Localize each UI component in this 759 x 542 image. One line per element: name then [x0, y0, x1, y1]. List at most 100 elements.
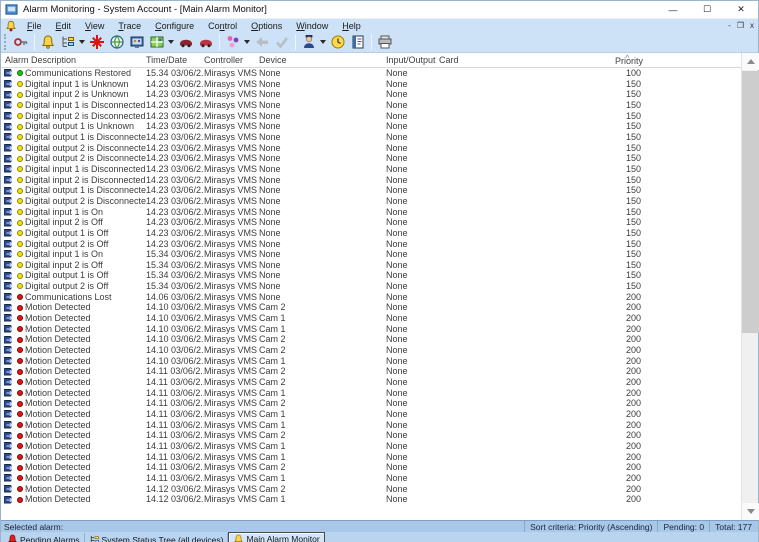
trace-car-button[interactable] — [176, 33, 196, 51]
alarm-row[interactable]: Motion Detected14.10 03/06/2..Mirasys VM… — [1, 302, 741, 313]
alarm-row[interactable]: Digital input 1 is Disconnected14.23 03/… — [1, 164, 741, 175]
menu-edit[interactable]: Edit — [49, 21, 79, 31]
alarm-burst-button[interactable] — [87, 33, 107, 51]
alarm-row[interactable]: Digital output 2 is Off14.23 03/06/2..Mi… — [1, 239, 741, 250]
alarm-row[interactable]: Motion Detected14.11 03/06/2..Mirasys VM… — [1, 473, 741, 484]
alarm-row[interactable]: Motion Detected14.11 03/06/2..Mirasys VM… — [1, 398, 741, 409]
alarm-bell-button[interactable] — [38, 33, 58, 51]
alarm-row[interactable]: Digital output 2 is Disconnected14.23 03… — [1, 196, 741, 207]
chevron-down-icon[interactable] — [79, 40, 85, 44]
time-date-cell: 14.11 03/06/2.. — [146, 388, 204, 399]
priority-cell: 150 — [601, 217, 641, 228]
guard-button[interactable] — [299, 33, 328, 51]
column-header-input-output[interactable]: Input/Output — [386, 53, 439, 67]
menu-options[interactable]: Options — [244, 21, 289, 31]
alarm-description-cell: Motion Detected — [25, 313, 146, 324]
column-header-time-date[interactable]: Time/Date — [146, 53, 204, 67]
menu-help[interactable]: Help — [335, 21, 368, 31]
alarm-row[interactable]: Motion Detected14.10 03/06/2..Mirasys VM… — [1, 313, 741, 324]
alarm-row[interactable]: Motion Detected14.10 03/06/2..Mirasys VM… — [1, 345, 741, 356]
alarm-row[interactable]: Motion Detected14.11 03/06/2..Mirasys VM… — [1, 430, 741, 441]
alarm-row[interactable]: Digital input 2 is Disconnected14.23 03/… — [1, 175, 741, 186]
tab-main-alarm-monitor[interactable]: Main Alarm Monitor — [228, 532, 324, 542]
vertical-scrollbar[interactable] — [741, 53, 758, 520]
tab-system-status-tree-all-devices-[interactable]: System Status Tree (all devices) — [85, 533, 229, 542]
alarm-row[interactable]: Motion Detected14.11 03/06/2..Mirasys VM… — [1, 409, 741, 420]
alarm-row[interactable]: Communications Restored15.34 03/06/2..Mi… — [1, 68, 741, 79]
alarm-row[interactable]: Motion Detected14.11 03/06/2..Mirasys VM… — [1, 420, 741, 431]
alarm-row[interactable]: Motion Detected14.11 03/06/2..Mirasys VM… — [1, 441, 741, 452]
menu-control[interactable]: Control — [201, 21, 244, 31]
maximize-icon[interactable]: ☐ — [690, 1, 724, 18]
key-button[interactable] — [11, 33, 31, 51]
alarm-row[interactable]: Digital input 2 is Disconnected14.23 03/… — [1, 111, 741, 122]
mdi-minimize-icon[interactable]: - — [728, 20, 731, 32]
alarm-row[interactable]: Digital input 2 is Off15.34 03/06/2..Mir… — [1, 260, 741, 271]
alarm-row[interactable]: Digital input 2 is Unknown14.23 03/06/2.… — [1, 89, 741, 100]
tab-label: Main Alarm Monitor — [246, 534, 319, 542]
video-monitor-button[interactable] — [127, 33, 147, 51]
card-cell — [439, 207, 601, 218]
alarm-description-cell: Motion Detected — [25, 377, 146, 388]
alarm-row[interactable]: Motion Detected14.12 03/06/2..Mirasys VM… — [1, 484, 741, 495]
scrollbar-thumb[interactable] — [742, 71, 759, 333]
alarm-row[interactable]: Digital output 1 is Off15.34 03/06/2..Mi… — [1, 270, 741, 281]
printer-button[interactable] — [375, 33, 395, 51]
alarm-row[interactable]: Motion Detected14.11 03/06/2..Mirasys VM… — [1, 462, 741, 473]
report-button[interactable] — [348, 33, 368, 51]
alarm-row[interactable]: Digital output 1 is Disconnected14.23 03… — [1, 132, 741, 143]
alarm-row[interactable]: Motion Detected14.11 03/06/2..Mirasys VM… — [1, 377, 741, 388]
alarm-row[interactable]: Digital input 1 is Unknown14.23 03/06/2.… — [1, 79, 741, 90]
device-tree-button[interactable] — [58, 33, 87, 51]
priority-cell: 200 — [601, 366, 641, 377]
menu-file[interactable]: File — [20, 21, 49, 31]
alarm-row[interactable]: Motion Detected14.11 03/06/2..Mirasys VM… — [1, 452, 741, 463]
column-header-priority[interactable]: ^ Priority — [601, 53, 643, 67]
chevron-down-icon[interactable] — [168, 40, 174, 44]
alarm-row[interactable]: Digital output 2 is Disconnected14.23 03… — [1, 143, 741, 154]
menu-view[interactable]: View — [78, 21, 111, 31]
scroll-down-icon[interactable] — [742, 503, 759, 520]
toolbar-drag-handle[interactable] — [4, 34, 8, 50]
chevron-down-icon[interactable] — [244, 40, 250, 44]
chevron-down-icon[interactable] — [320, 40, 326, 44]
mdi-close-icon[interactable]: x — [750, 20, 754, 32]
alarm-row[interactable]: Motion Detected14.12 03/06/2..Mirasys VM… — [1, 494, 741, 505]
alarm-row[interactable]: Motion Detected14.10 03/06/2..Mirasys VM… — [1, 324, 741, 335]
device-cell: Cam 1 — [259, 494, 386, 505]
alarm-row[interactable]: Motion Detected14.11 03/06/2..Mirasys VM… — [1, 366, 741, 377]
column-header-controller[interactable]: Controller — [204, 53, 259, 67]
menu-configure[interactable]: Configure — [148, 21, 201, 31]
world-clock-button[interactable] — [107, 33, 127, 51]
column-header-card[interactable]: Card — [439, 53, 601, 67]
controller-cell: Mirasys VMS — [204, 430, 259, 441]
alarm-row[interactable]: Motion Detected14.10 03/06/2..Mirasys VM… — [1, 334, 741, 345]
minimize-icon[interactable]: — — [656, 1, 690, 18]
alarm-row[interactable]: Digital input 1 is Disconnected14.23 03/… — [1, 100, 741, 111]
scroll-up-icon[interactable] — [742, 53, 759, 70]
menu-trace[interactable]: Trace — [111, 21, 148, 31]
alarm-row[interactable]: Digital input 2 is Off14.23 03/06/2..Mir… — [1, 217, 741, 228]
alarm-row[interactable]: Digital output 1 is Off14.23 03/06/2..Mi… — [1, 228, 741, 239]
clock-button[interactable] — [328, 33, 348, 51]
alarm-row[interactable]: Digital input 1 is On14.23 03/06/2..Mira… — [1, 207, 741, 218]
replay-car-button[interactable] — [196, 33, 216, 51]
column-header-device[interactable]: Device — [259, 53, 386, 67]
status-dots-button[interactable] — [223, 33, 252, 51]
alarm-row[interactable]: Communications Lost14.06 03/06/2..Mirasy… — [1, 292, 741, 303]
alarm-row[interactable]: Digital output 1 is Disconnected14.23 03… — [1, 185, 741, 196]
column-header-alarm-description[interactable]: Alarm Description — [1, 53, 146, 67]
tab-pending-alarms[interactable]: Pending Alarms — [3, 533, 85, 542]
alarm-row[interactable]: Motion Detected14.10 03/06/2..Mirasys VM… — [1, 356, 741, 367]
map-button[interactable] — [147, 33, 176, 51]
menu-window[interactable]: Window — [289, 21, 335, 31]
device-cell: None — [259, 100, 386, 111]
device-cell: Cam 2 — [259, 484, 386, 495]
alarm-row[interactable]: Digital output 2 is Disconnected14.23 03… — [1, 153, 741, 164]
alarm-row[interactable]: Digital output 2 is Off15.34 03/06/2..Mi… — [1, 281, 741, 292]
mdi-restore-icon[interactable]: ❒ — [737, 20, 744, 32]
alarm-row[interactable]: Digital input 1 is On15.34 03/06/2..Mira… — [1, 249, 741, 260]
close-icon[interactable]: ✕ — [724, 1, 758, 18]
alarm-row[interactable]: Motion Detected14.11 03/06/2..Mirasys VM… — [1, 388, 741, 399]
alarm-row[interactable]: Digital output 1 is Unknown14.23 03/06/2… — [1, 121, 741, 132]
